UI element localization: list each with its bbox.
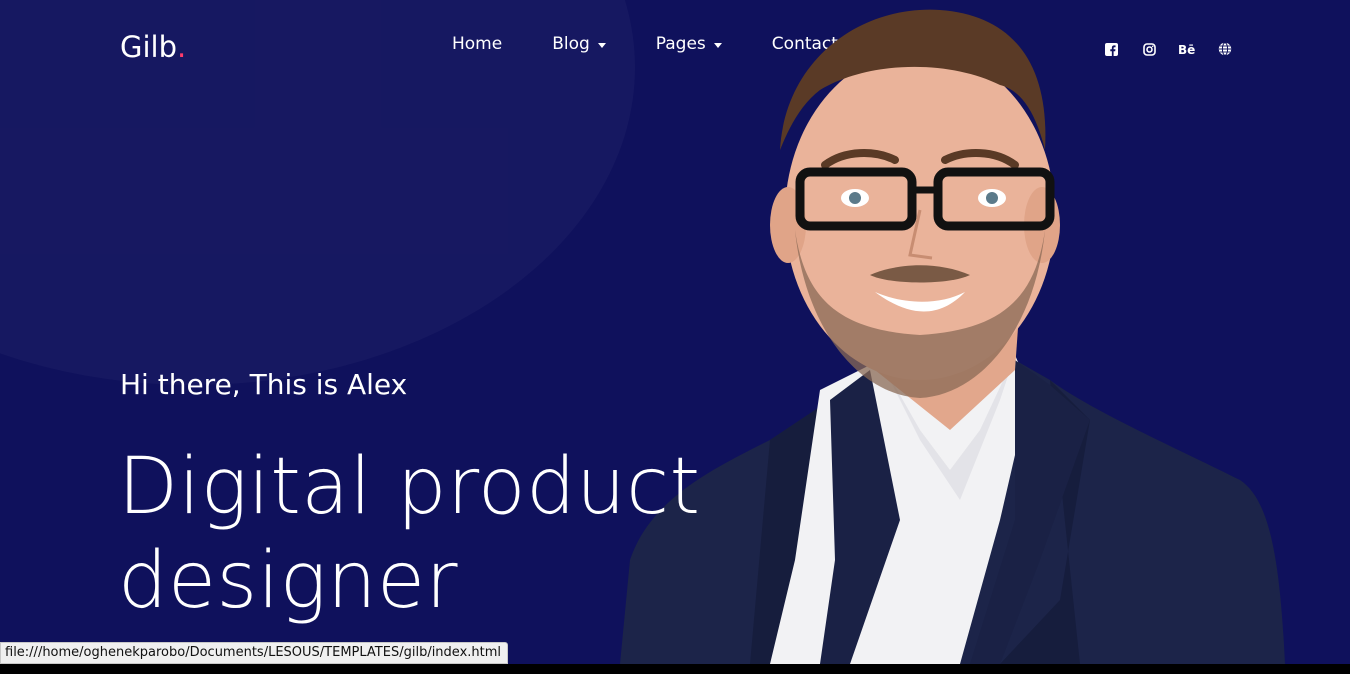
nav-item-home[interactable]: Home	[452, 34, 502, 54]
logo-text: Gilb	[120, 30, 177, 64]
nav-item-blog[interactable]: Blog	[552, 34, 606, 54]
hero-greeting: Hi there, This is Alex	[120, 368, 408, 401]
headline-line-2: designer	[118, 536, 459, 626]
background-circle	[0, 0, 635, 385]
nav-item-label: Blog	[552, 34, 590, 54]
bottom-strip	[0, 664, 1350, 674]
headline-line-1: Digital product	[118, 442, 701, 532]
hero-section: Gilb. Home Blog Pages Contact Bē Hi ther…	[0, 0, 1350, 664]
browser-status-bar: file:///home/oghenekparobo/Documents/LES…	[0, 642, 509, 664]
hero-headline: Digital product designer	[118, 440, 778, 628]
site-logo[interactable]: Gilb.	[120, 30, 186, 64]
nav-item-label: Home	[452, 34, 503, 54]
logo-dot: .	[177, 30, 187, 64]
caret-down-icon	[597, 42, 606, 48]
